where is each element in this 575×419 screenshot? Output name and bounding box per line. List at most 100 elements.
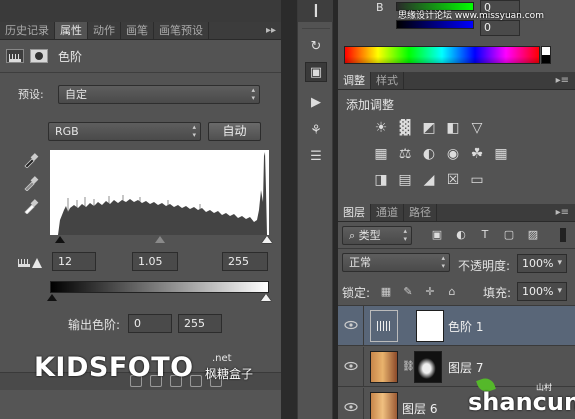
shancun-watermark-text: shancun: [468, 388, 575, 416]
black-white-swatch[interactable]: [541, 46, 551, 64]
properties-dock-icon[interactable]: ▣: [305, 62, 327, 82]
layer-name: 图层 6: [402, 402, 438, 416]
color-spectrum[interactable]: [344, 46, 540, 64]
white-eyedropper-icon[interactable]: [23, 198, 39, 215]
tab-properties[interactable]: 属性: [55, 22, 88, 39]
input-black-field[interactable]: 12: [52, 252, 96, 271]
input-levels-slider[interactable]: [50, 236, 272, 243]
layers-panel-menu-icon[interactable]: ▸≡: [550, 204, 575, 221]
output-white-field[interactable]: 255: [178, 314, 222, 333]
layer-filter-kind-select[interactable]: ⌕ 类型: [342, 226, 412, 245]
fill-field[interactable]: 100%: [517, 282, 567, 301]
layer-thumbnail: [370, 392, 398, 419]
channel-mixer-icon[interactable]: ☘: [468, 146, 486, 162]
curves-icon[interactable]: ◩: [420, 120, 438, 136]
adjustments-row-1: ☀ ▓ ◩ ◧ ▽: [372, 120, 486, 136]
lock-position-icon[interactable]: ✛: [424, 286, 436, 298]
blue-value-field[interactable]: 0: [480, 20, 520, 36]
tab-styles[interactable]: 样式: [371, 72, 404, 89]
search-icon: ⌕: [349, 229, 359, 242]
adjustment-title: 色阶: [58, 49, 83, 64]
link-icon[interactable]: ⛓: [402, 361, 415, 373]
gradient-map-icon[interactable]: ▭: [468, 172, 486, 188]
layer-mask-thumbnail[interactable]: [416, 310, 444, 342]
input-gamma-field[interactable]: 1.05: [132, 252, 178, 271]
photo-filter-icon[interactable]: ◉: [444, 146, 462, 162]
adjustments-panel-menu-icon[interactable]: ▸≡: [550, 72, 575, 89]
color-lookup-icon[interactable]: ▦: [492, 146, 510, 162]
left-footer: [0, 390, 281, 419]
shancun-watermark-cn: 山村: [536, 383, 552, 392]
adjustments-row-3: ◨ ▤ ◢ ☒ ▭: [372, 172, 486, 188]
layer-mask-icon[interactable]: [30, 49, 48, 63]
blend-mode-select[interactable]: 正常: [342, 253, 450, 272]
tab-brush[interactable]: 画笔: [121, 22, 154, 39]
vibrance-icon[interactable]: ▽: [468, 120, 486, 136]
input-white-handle[interactable]: [262, 236, 272, 243]
tab-layers[interactable]: 图层: [338, 204, 371, 221]
eye-icon[interactable]: [344, 361, 358, 371]
lock-all-icon[interactable]: ⌂: [446, 286, 458, 298]
posterize-icon[interactable]: ▤: [396, 172, 414, 188]
invert-icon[interactable]: ◨: [372, 172, 390, 188]
lock-transparent-pixels-icon[interactable]: ▦: [380, 286, 392, 298]
selective-color-icon[interactable]: ☒: [444, 172, 462, 188]
blue-slider[interactable]: [396, 20, 474, 29]
output-levels-label: 输出色阶:: [68, 318, 121, 332]
tab-actions[interactable]: 动作: [88, 22, 121, 39]
output-white-handle[interactable]: [261, 294, 271, 301]
filter-shape-icon[interactable]: ▢: [502, 229, 516, 241]
filter-pixel-icon[interactable]: ▣: [430, 229, 444, 241]
output-levels-gradient: [50, 281, 269, 293]
lock-image-pixels-icon[interactable]: ✎: [402, 286, 414, 298]
filter-smart-object-icon[interactable]: ▨: [526, 229, 540, 241]
levels-adjustment-icon[interactable]: [6, 49, 24, 63]
fill-label: 填充:: [483, 286, 512, 300]
brush-presets-dock-icon[interactable]: ⚘: [305, 120, 327, 140]
gray-eyedropper-icon[interactable]: [23, 175, 39, 192]
hue-saturation-icon[interactable]: ▦: [372, 146, 390, 162]
layer-mask-thumbnail[interactable]: [414, 351, 442, 383]
shancun-watermark: shancun 山村: [448, 374, 575, 419]
auto-button[interactable]: 自动: [208, 122, 261, 141]
blue-channel-label: B: [376, 1, 384, 14]
brush-dock-icon[interactable]: ❙: [305, 0, 327, 20]
adjustment-header: 色阶: [0, 40, 281, 72]
brightness-contrast-icon[interactable]: ☀: [372, 120, 390, 136]
output-levels-slider[interactable]: [47, 294, 271, 302]
tab-channels[interactable]: 通道: [371, 204, 404, 221]
input-white-field[interactable]: 255: [222, 252, 268, 271]
actions-play-icon[interactable]: ▶: [305, 92, 327, 112]
tool-presets-dock-icon[interactable]: ☰: [305, 146, 327, 166]
preset-select[interactable]: 自定: [58, 84, 260, 104]
eye-icon[interactable]: [344, 320, 358, 330]
history-dock-icon[interactable]: ↻: [305, 36, 327, 56]
filter-type-icon[interactable]: T: [478, 229, 492, 241]
eye-icon[interactable]: [344, 402, 358, 412]
input-black-handle[interactable]: [55, 236, 65, 243]
tab-history[interactable]: 历史记录: [0, 22, 55, 39]
layer-filter-kind-label: 类型: [358, 229, 381, 242]
clipping-warning-icon[interactable]: [18, 256, 42, 270]
output-black-handle[interactable]: [47, 294, 57, 301]
tab-brush-presets[interactable]: 画笔预设: [154, 22, 209, 39]
panel-menu-icon[interactable]: ▸▸: [261, 22, 281, 39]
levels-icon[interactable]: ▓: [396, 120, 414, 136]
black-white-icon[interactable]: ◐: [420, 146, 438, 162]
tab-adjustments[interactable]: 调整: [338, 72, 371, 89]
threshold-icon[interactable]: ◢: [420, 172, 438, 188]
properties-tab-bar: 历史记录 属性 动作 画笔 画笔预设 ▸▸: [0, 22, 281, 40]
layer-row-levels[interactable]: 色阶 1: [338, 306, 575, 346]
output-black-field[interactable]: 0: [128, 314, 172, 333]
black-eyedropper-icon[interactable]: [23, 152, 39, 169]
tab-paths[interactable]: 路径: [404, 204, 437, 221]
filter-toggle[interactable]: [560, 228, 566, 242]
channel-select[interactable]: RGB: [48, 122, 201, 141]
panel-top-strip: [0, 0, 281, 22]
color-balance-icon[interactable]: ⚖: [396, 146, 414, 162]
right-panel-stack: 0 B 0 思缘设计论坛 www.missyuan.com 调整 样式 ▸≡ 添…: [338, 0, 575, 419]
filter-adjustment-icon[interactable]: ◐: [454, 229, 468, 241]
exposure-icon[interactable]: ◧: [444, 120, 462, 136]
opacity-field[interactable]: 100%: [517, 254, 567, 273]
input-gamma-handle[interactable]: [155, 236, 165, 243]
